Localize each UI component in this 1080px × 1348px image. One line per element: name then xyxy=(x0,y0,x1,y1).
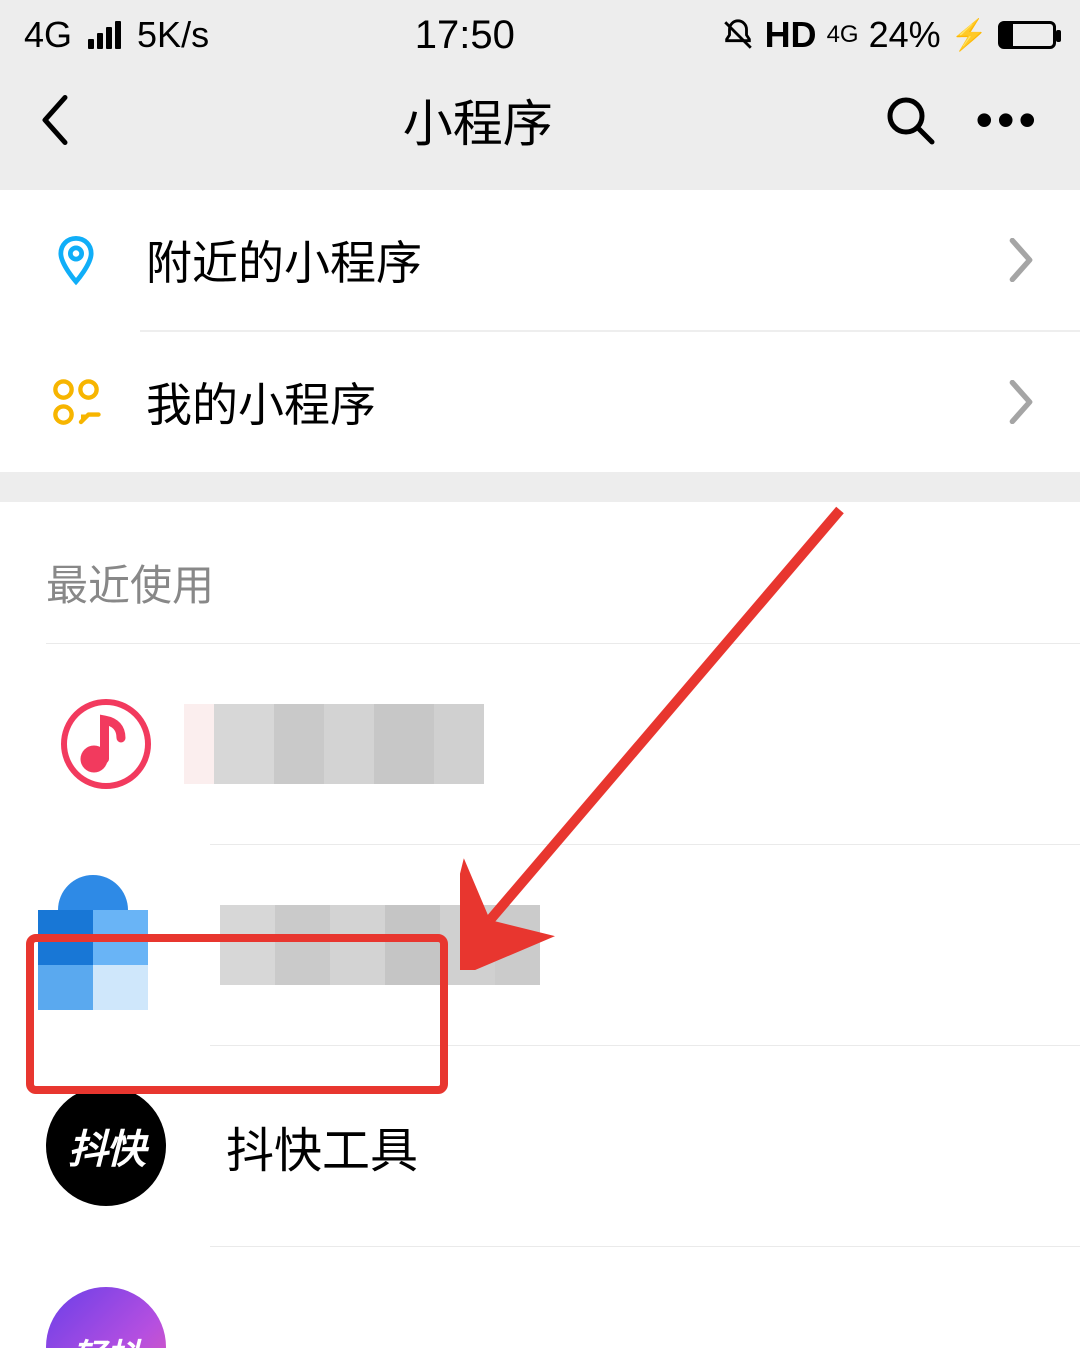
menu-label-nearby: 附近的小程序 xyxy=(106,227,1008,293)
network-type: 4G xyxy=(24,14,72,56)
recent-item-doukuai[interactable]: 抖快 抖快工具 xyxy=(0,1046,1080,1246)
bell-mute-icon xyxy=(721,18,755,52)
network-speed: 5K/s xyxy=(137,14,209,56)
status-bar: 4G 5K/s 17:50 HD 4G 24% ⚡ xyxy=(0,0,1080,70)
section-gap xyxy=(0,472,1080,502)
section-header-recent: 最近使用 xyxy=(0,502,1080,643)
recent-item-2[interactable] xyxy=(0,845,1080,1045)
app-label-redacted xyxy=(220,905,540,985)
hd-label: HD xyxy=(765,14,817,56)
app-label-doukuai: 抖快工具 xyxy=(166,1111,1080,1181)
nav-bar: 小程序 ••• xyxy=(0,70,1080,190)
page-title: 小程序 xyxy=(403,84,553,156)
chevron-right-icon xyxy=(1008,380,1034,424)
charging-icon: ⚡ xyxy=(951,18,988,53)
app-icon-redacted xyxy=(46,684,166,804)
battery-percent: 24% xyxy=(869,14,941,56)
more-icon[interactable]: ••• xyxy=(975,95,1040,145)
status-left: 4G 5K/s xyxy=(24,14,209,56)
status-right: HD 4G 24% ⚡ xyxy=(721,14,1056,56)
recent-item-4[interactable]: 轻抖 xyxy=(0,1247,1080,1348)
back-icon[interactable] xyxy=(40,95,70,145)
app-icon-text: 轻抖 xyxy=(72,1329,140,1348)
recent-item-1[interactable] xyxy=(0,644,1080,844)
menu-row-nearby[interactable]: 附近的小程序 xyxy=(0,190,1080,330)
app-icon-text: 抖快 xyxy=(68,1117,144,1175)
app-label-redacted xyxy=(184,704,484,784)
app-icon-doukuai: 抖快 xyxy=(46,1086,166,1206)
location-icon xyxy=(46,230,106,290)
battery-icon xyxy=(998,21,1056,49)
app-icon-qingdou: 轻抖 xyxy=(46,1287,166,1348)
signal-icon xyxy=(88,21,121,49)
grid-icon xyxy=(46,372,106,432)
status-time: 17:50 xyxy=(415,13,515,58)
menu-row-mine[interactable]: 我的小程序 xyxy=(0,332,1080,472)
app-icon-redacted xyxy=(38,875,178,1015)
menu-label-mine: 我的小程序 xyxy=(106,369,1008,435)
search-icon[interactable] xyxy=(885,95,935,145)
net-badge: 4G xyxy=(827,23,859,47)
chevron-right-icon xyxy=(1008,238,1034,282)
